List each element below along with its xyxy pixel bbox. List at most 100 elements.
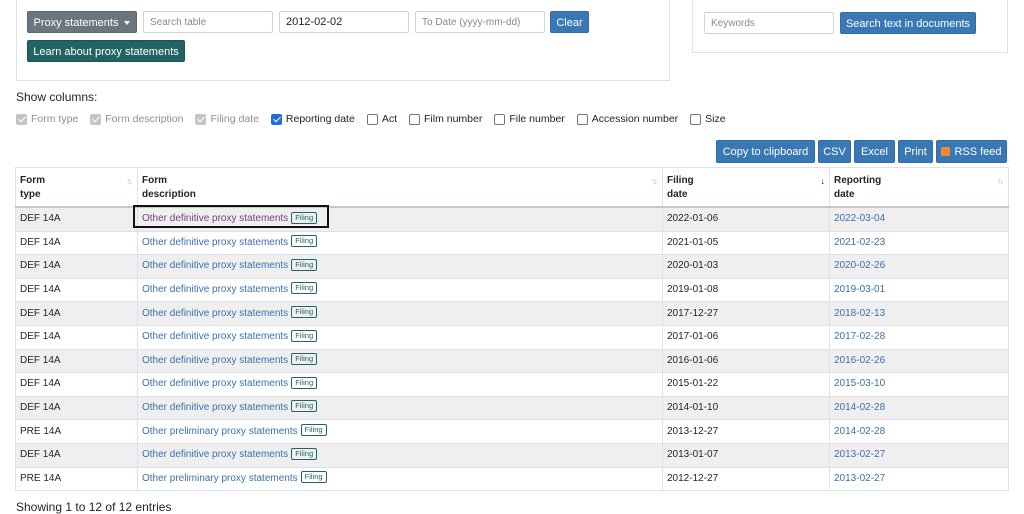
column-option-label: Reporting date — [285, 113, 355, 125]
filing-date-cell: 2016-01-06 — [662, 348, 830, 374]
search-table-input[interactable] — [143, 11, 273, 33]
form-description-link[interactable]: Other definitive proxy statements — [142, 449, 288, 460]
form-description-link[interactable]: Other definitive proxy statements — [142, 284, 288, 295]
column-option-label: Accession number — [591, 113, 679, 125]
reporting-date-link[interactable]: 2013-02-27 — [834, 449, 885, 460]
header-label: type — [20, 189, 41, 200]
filing-date-cell: 2013-01-07 — [662, 442, 830, 468]
form-type-cell: DEF 14A — [15, 301, 138, 326]
checkbox[interactable] — [494, 113, 506, 125]
filing-badge[interactable]: Filing — [291, 258, 318, 271]
table-row: DEF 14A Other definitive proxy statement… — [15, 442, 1009, 468]
to-date-input[interactable] — [415, 11, 545, 33]
reporting-date-link[interactable]: 2014-02-28 — [834, 402, 885, 413]
print-button[interactable]: Print — [898, 140, 933, 163]
column-option-film-number[interactable]: Film number — [408, 113, 482, 125]
learn-proxy-button[interactable]: Learn about proxy statements — [27, 40, 185, 62]
column-option-act[interactable]: Act — [366, 113, 397, 125]
reporting-date-link[interactable]: 2021-02-23 — [834, 237, 885, 248]
column-option-reporting-date[interactable]: Reporting date — [270, 113, 355, 125]
form-group-dropdown[interactable]: Proxy statements — [27, 11, 137, 33]
keywords-input[interactable] — [704, 12, 834, 34]
header-reporting-date[interactable]: Reporting date ↑↓ — [829, 167, 1009, 208]
checkbox[interactable] — [366, 113, 378, 125]
column-option-file-number[interactable]: File number — [494, 113, 565, 125]
checkbox[interactable] — [576, 113, 588, 125]
form-description-link[interactable]: Other definitive proxy statements — [142, 378, 288, 389]
filing-badge[interactable]: Filing — [291, 306, 318, 319]
reporting-date-link[interactable]: 2017-02-28 — [834, 331, 885, 342]
show-columns-heading: Show columns: — [16, 90, 98, 104]
column-option-label: Act — [381, 113, 397, 125]
form-description-cell: Other definitive proxy statements Filing — [137, 372, 663, 397]
filing-date-cell: 2020-01-03 — [662, 254, 830, 279]
column-option-accession-number[interactable]: Accession number — [576, 113, 679, 125]
checkbox[interactable] — [270, 113, 282, 125]
checkbox[interactable] — [408, 113, 420, 125]
reporting-date-link[interactable]: 2019-03-01 — [834, 284, 885, 295]
reporting-date-link[interactable]: 2015-03-10 — [834, 378, 885, 389]
form-description-link[interactable]: Other definitive proxy statements — [142, 308, 288, 319]
form-description-link[interactable]: Other definitive proxy statements — [142, 355, 288, 366]
form-description-link[interactable]: Other definitive proxy statements — [142, 402, 288, 413]
reporting-date-link[interactable]: 2018-02-13 — [834, 308, 885, 319]
reporting-date-cell: 2017-02-28 — [829, 324, 1009, 350]
header-label: Reporting — [834, 175, 882, 186]
form-description-link[interactable]: Other definitive proxy statements — [142, 237, 288, 248]
form-type-cell: DEF 14A — [15, 442, 138, 468]
filing-badge[interactable]: Filing — [291, 235, 318, 248]
form-description-cell: Other definitive proxy statements Filing — [137, 348, 663, 374]
filing-badge[interactable]: Filing — [291, 400, 318, 413]
reporting-date-link[interactable]: 2014-02-28 — [834, 426, 885, 437]
filing-badge[interactable]: Filing — [291, 329, 318, 342]
form-type-cell: DEF 14A — [15, 230, 138, 256]
reporting-date-link[interactable]: 2020-02-26 — [834, 260, 885, 271]
filing-date-cell: 2017-12-27 — [662, 301, 830, 326]
table-header-row: Form type ↑↓ Form description ↑↓ Filing … — [15, 167, 1009, 208]
column-option-size[interactable]: Size — [690, 113, 726, 125]
header-form-type[interactable]: Form type ↑↓ — [15, 167, 138, 208]
table-row: PRE 14A Other preliminary proxy statemen… — [15, 419, 1009, 444]
form-description-link[interactable]: Other definitive proxy statements — [142, 331, 288, 342]
table-row: DEF 14A Other definitive proxy statement… — [15, 206, 1009, 232]
reporting-date-cell: 2014-02-28 — [829, 419, 1009, 444]
from-date-input[interactable] — [279, 11, 409, 33]
form-description-link[interactable]: Other definitive proxy statements — [142, 213, 288, 224]
header-form-description[interactable]: Form description ↑↓ — [137, 167, 663, 208]
table-row: DEF 14A Other definitive proxy statement… — [15, 301, 1009, 326]
filing-date-cell: 2022-01-06 — [662, 206, 830, 232]
search-text-button[interactable]: Search text in documents — [840, 12, 976, 34]
header-label: Form — [20, 175, 45, 186]
reporting-date-cell: 2016-02-26 — [829, 348, 1009, 374]
column-option-label: Form type — [31, 113, 79, 125]
checkbox[interactable] — [690, 113, 702, 125]
form-description-link[interactable]: Other preliminary proxy statements — [142, 426, 298, 437]
header-label: description — [142, 189, 196, 200]
filing-badge[interactable]: Filing — [291, 211, 318, 224]
csv-button[interactable]: CSV — [818, 140, 851, 163]
filing-badge[interactable]: Filing — [291, 282, 318, 295]
form-type-cell: DEF 14A — [15, 206, 138, 232]
copy-clipboard-button[interactable]: Copy to clipboard — [716, 140, 815, 163]
form-description-link[interactable]: Other preliminary proxy statements — [142, 473, 298, 484]
reporting-date-link[interactable]: 2013-02-27 — [834, 473, 885, 484]
excel-button[interactable]: Excel — [854, 140, 895, 163]
filing-badge[interactable]: Filing — [291, 376, 318, 389]
filing-badge[interactable]: Filing — [291, 447, 318, 460]
filing-badge[interactable]: Filing — [300, 471, 327, 484]
rss-feed-button[interactable]: RSS feed — [936, 140, 1007, 163]
form-description-cell: Other definitive proxy statements Filing — [137, 301, 663, 326]
form-type-cell: PRE 14A — [15, 466, 138, 492]
rss-icon — [941, 146, 951, 156]
header-filing-date[interactable]: Filing date ↓ — [662, 167, 830, 208]
column-option-label: File number — [509, 113, 565, 125]
clear-button[interactable]: Clear — [550, 11, 589, 33]
filing-date-cell: 2017-01-06 — [662, 324, 830, 350]
form-description-link[interactable]: Other definitive proxy statements — [142, 260, 288, 271]
filing-badge[interactable]: Filing — [291, 353, 318, 366]
reporting-date-link[interactable]: 2016-02-26 — [834, 355, 885, 366]
filing-badge[interactable]: Filing — [300, 424, 327, 436]
reporting-date-cell: 2014-02-28 — [829, 395, 1009, 421]
form-type-cell: DEF 14A — [15, 324, 138, 350]
reporting-date-link[interactable]: 2022-03-04 — [834, 213, 885, 224]
